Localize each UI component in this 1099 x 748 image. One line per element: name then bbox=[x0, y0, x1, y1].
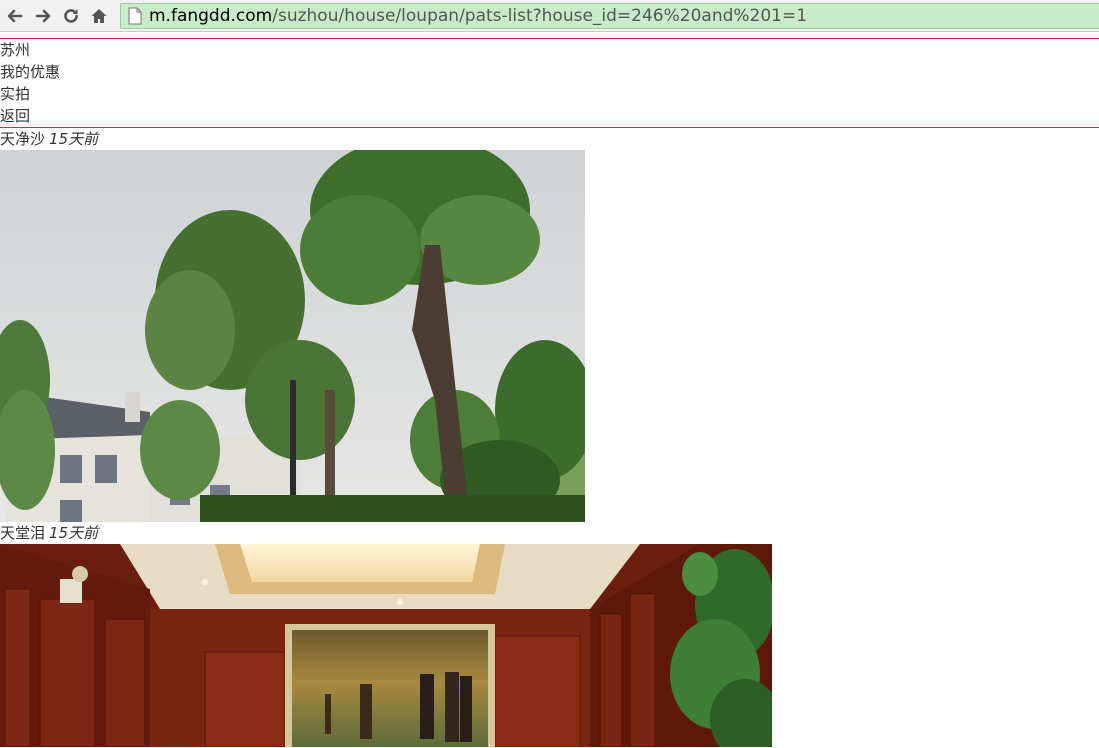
reload-button[interactable] bbox=[58, 3, 84, 29]
trees-villa-photo[interactable] bbox=[0, 150, 585, 522]
url-host: m.fangdd.com bbox=[149, 6, 273, 26]
photo-author: 天净沙 bbox=[0, 130, 46, 148]
forward-button[interactable] bbox=[30, 3, 56, 29]
nav-item-my-offers[interactable]: 我的优惠 bbox=[0, 61, 1099, 83]
photo-time: 15天前 bbox=[49, 130, 99, 148]
nav-link-photos[interactable]: 实拍 bbox=[0, 85, 30, 103]
nav-item-city[interactable]: 苏州 bbox=[0, 39, 1099, 61]
photo-caption: 天堂泪 15天前 bbox=[0, 522, 1099, 544]
url-text: m.fangdd.com/suzhou/house/loupan/pats-li… bbox=[149, 6, 807, 26]
nav-menu: 苏州 我的优惠 实拍 返回 bbox=[0, 39, 1099, 127]
photo-time: 15天前 bbox=[49, 524, 99, 542]
reload-icon bbox=[64, 8, 78, 23]
page-icon bbox=[128, 7, 142, 25]
url-path: /suzhou/house/loupan/pats-list?house_id=… bbox=[272, 6, 808, 26]
browser-toolbar: m.fangdd.com/suzhou/house/loupan/pats-li… bbox=[0, 0, 1099, 32]
address-bar[interactable]: m.fangdd.com/suzhou/house/loupan/pats-li… bbox=[120, 3, 1099, 29]
nav-item-back[interactable]: 返回 bbox=[0, 105, 1099, 127]
back-button[interactable] bbox=[2, 3, 28, 29]
photo-author: 天堂泪 bbox=[0, 524, 46, 542]
wood-paneled-room-painting-photo[interactable] bbox=[0, 544, 772, 747]
nav-link-my-offers[interactable]: 我的优惠 bbox=[0, 63, 60, 81]
nav-link-back[interactable]: 返回 bbox=[0, 107, 30, 125]
nav-item-photos[interactable]: 实拍 bbox=[0, 83, 1099, 105]
nav-link-city[interactable]: 苏州 bbox=[0, 41, 30, 59]
photo-caption: 天净沙 15天前 bbox=[0, 128, 1099, 150]
home-button[interactable] bbox=[86, 3, 112, 29]
forward-arrow-icon bbox=[35, 9, 51, 22]
home-icon bbox=[91, 8, 107, 23]
back-arrow-icon bbox=[7, 9, 23, 22]
